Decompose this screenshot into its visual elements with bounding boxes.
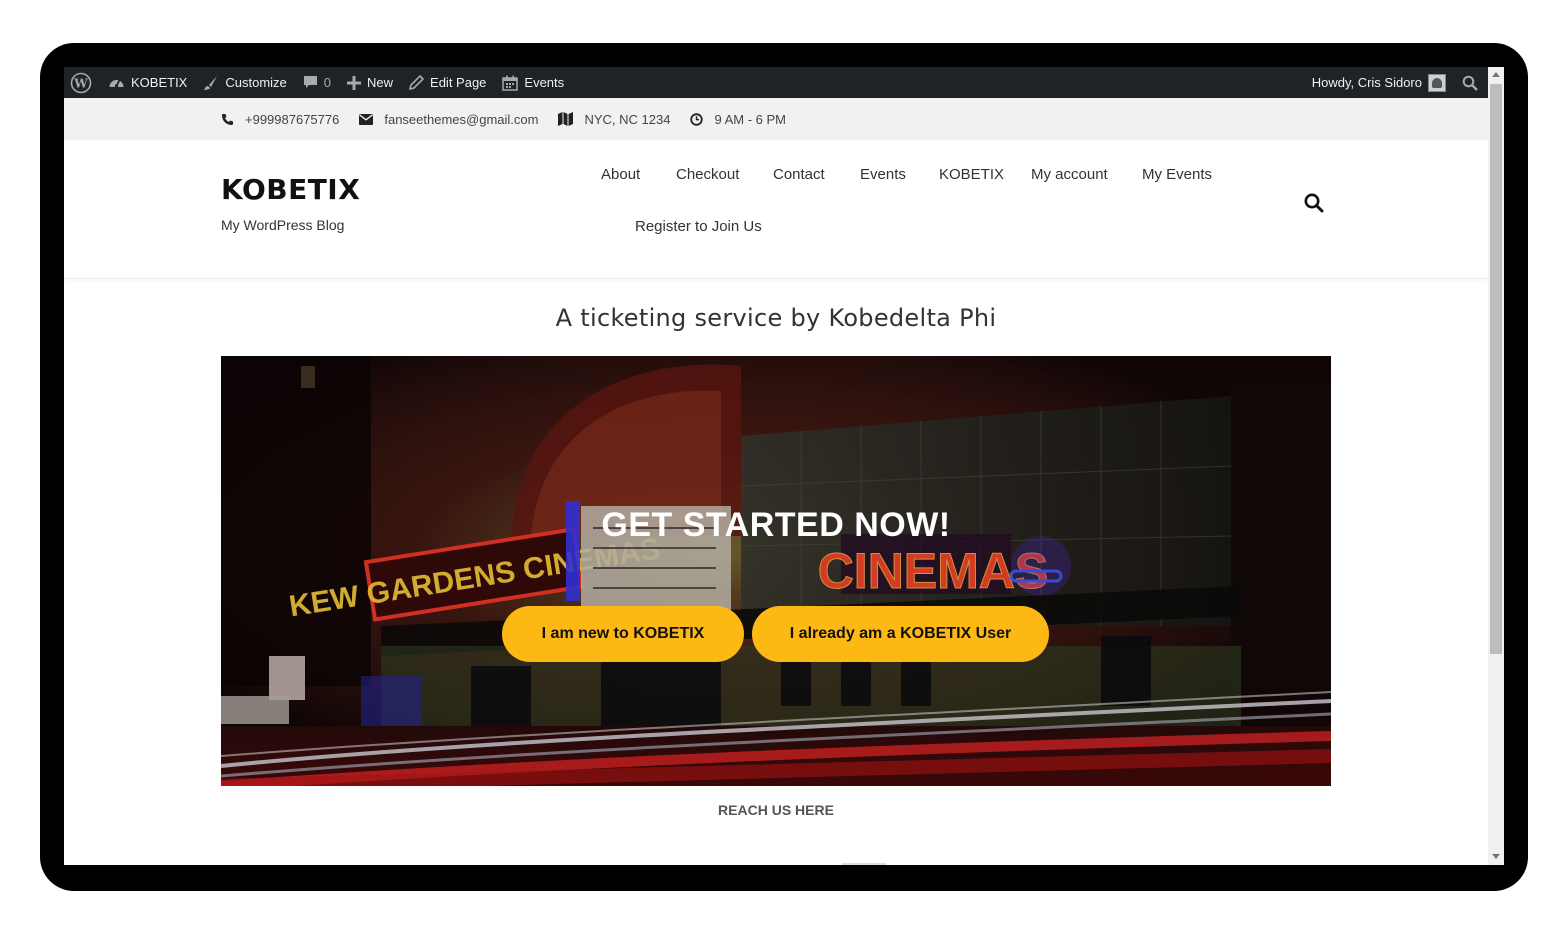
comments-count: 0 [323, 75, 332, 90]
scrollbar-thumb[interactable] [1490, 84, 1502, 654]
page-scrollbar[interactable] [1488, 67, 1504, 865]
new-user-button[interactable]: I am new to KOBETIX [502, 606, 744, 662]
phone-icon [222, 113, 233, 125]
primary-navigation: About Checkout Contact Events KOBETIX My… [64, 140, 1488, 279]
admin-search-button[interactable] [1454, 67, 1488, 98]
nav-item-my-account[interactable]: My account [1031, 166, 1108, 183]
hours-text: 9 AM - 6 PM [714, 111, 786, 127]
nav-item-events[interactable]: Events [860, 166, 906, 183]
scroll-down-arrow-icon[interactable] [1492, 854, 1500, 859]
site-header: KOBETIX My WordPress Blog About Checkout… [64, 140, 1488, 279]
customize-link[interactable]: Customize [195, 67, 294, 98]
events-menu[interactable]: Events [494, 67, 572, 98]
comment-bubble-icon [303, 75, 318, 90]
nav-item-kobetix[interactable]: KOBETIX [939, 166, 1004, 183]
edit-page-link[interactable]: Edit Page [401, 67, 494, 98]
clock-icon [690, 112, 704, 126]
avatar [1428, 73, 1446, 92]
events-label: Events [524, 75, 565, 90]
hero-banner: KEW GARDENS CINEMAS CINEMAS GET STARTED … [221, 356, 1331, 786]
page-heading: A ticketing service by Kobedelta Phi [555, 304, 997, 332]
scroll-up-arrow-icon[interactable] [1492, 72, 1500, 77]
calendar-icon [502, 75, 519, 91]
header-search-button[interactable] [1303, 192, 1325, 214]
nav-item-about[interactable]: About [601, 166, 640, 183]
envelope-icon [359, 113, 374, 125]
phone-info: +999987675776 [221, 112, 339, 127]
search-icon [1462, 75, 1478, 91]
my-account-menu[interactable]: Howdy, Cris Sidoro [1304, 67, 1454, 98]
email-info[interactable]: fanseethemes@gmail.com [359, 112, 538, 127]
reach-us-link[interactable]: REACH US HERE [64, 802, 1488, 818]
search-icon [1304, 193, 1324, 213]
divider [842, 863, 886, 865]
contact-info-bar: +999987675776 fanseethemes@gmail.com NYC… [64, 98, 1488, 140]
hero-title: GET STARTED NOW! [601, 506, 951, 544]
nav-item-checkout[interactable]: Checkout [676, 166, 739, 183]
map-icon [558, 112, 574, 126]
nav-item-contact[interactable]: Contact [773, 166, 825, 183]
pencil-icon [409, 75, 425, 90]
plus-icon [347, 75, 362, 90]
svg-text:W: W [73, 76, 88, 90]
new-label: New [367, 75, 394, 90]
email-address[interactable]: fanseethemes@gmail.com [384, 112, 538, 127]
existing-user-button[interactable]: I already am a KOBETIX User [752, 606, 1049, 662]
cinema-background-image: KEW GARDENS CINEMAS CINEMAS [221, 356, 1331, 786]
paintbrush-icon [203, 75, 219, 91]
howdy-label: Howdy, Cris Sidoro [1311, 75, 1422, 90]
comments-link[interactable]: 0 [295, 67, 339, 98]
location-info: NYC, NC 1234 [558, 112, 670, 127]
dashboard-gauge-icon [108, 75, 125, 90]
customize-label: Customize [225, 75, 287, 90]
edit-page-label: Edit Page [430, 75, 487, 90]
nav-item-register[interactable]: Register to Join Us [635, 218, 762, 235]
hours-info: 9 AM - 6 PM [690, 112, 786, 127]
wordpress-logo-button[interactable]: W [64, 67, 100, 98]
wp-admin-bar: W KOBETIX Customize 0 New Edit Page Even… [64, 67, 1488, 98]
browser-viewport: W KOBETIX Customize 0 New Edit Page Even… [64, 67, 1504, 865]
wordpress-icon: W [70, 72, 92, 94]
new-content-menu[interactable]: New [339, 67, 401, 98]
site-name-menu[interactable]: KOBETIX [100, 67, 195, 98]
phone-number: +999987675776 [245, 111, 340, 127]
site-name-label: KOBETIX [131, 75, 188, 90]
nav-item-my-events[interactable]: My Events [1142, 166, 1212, 183]
location-text: NYC, NC 1234 [584, 111, 671, 127]
